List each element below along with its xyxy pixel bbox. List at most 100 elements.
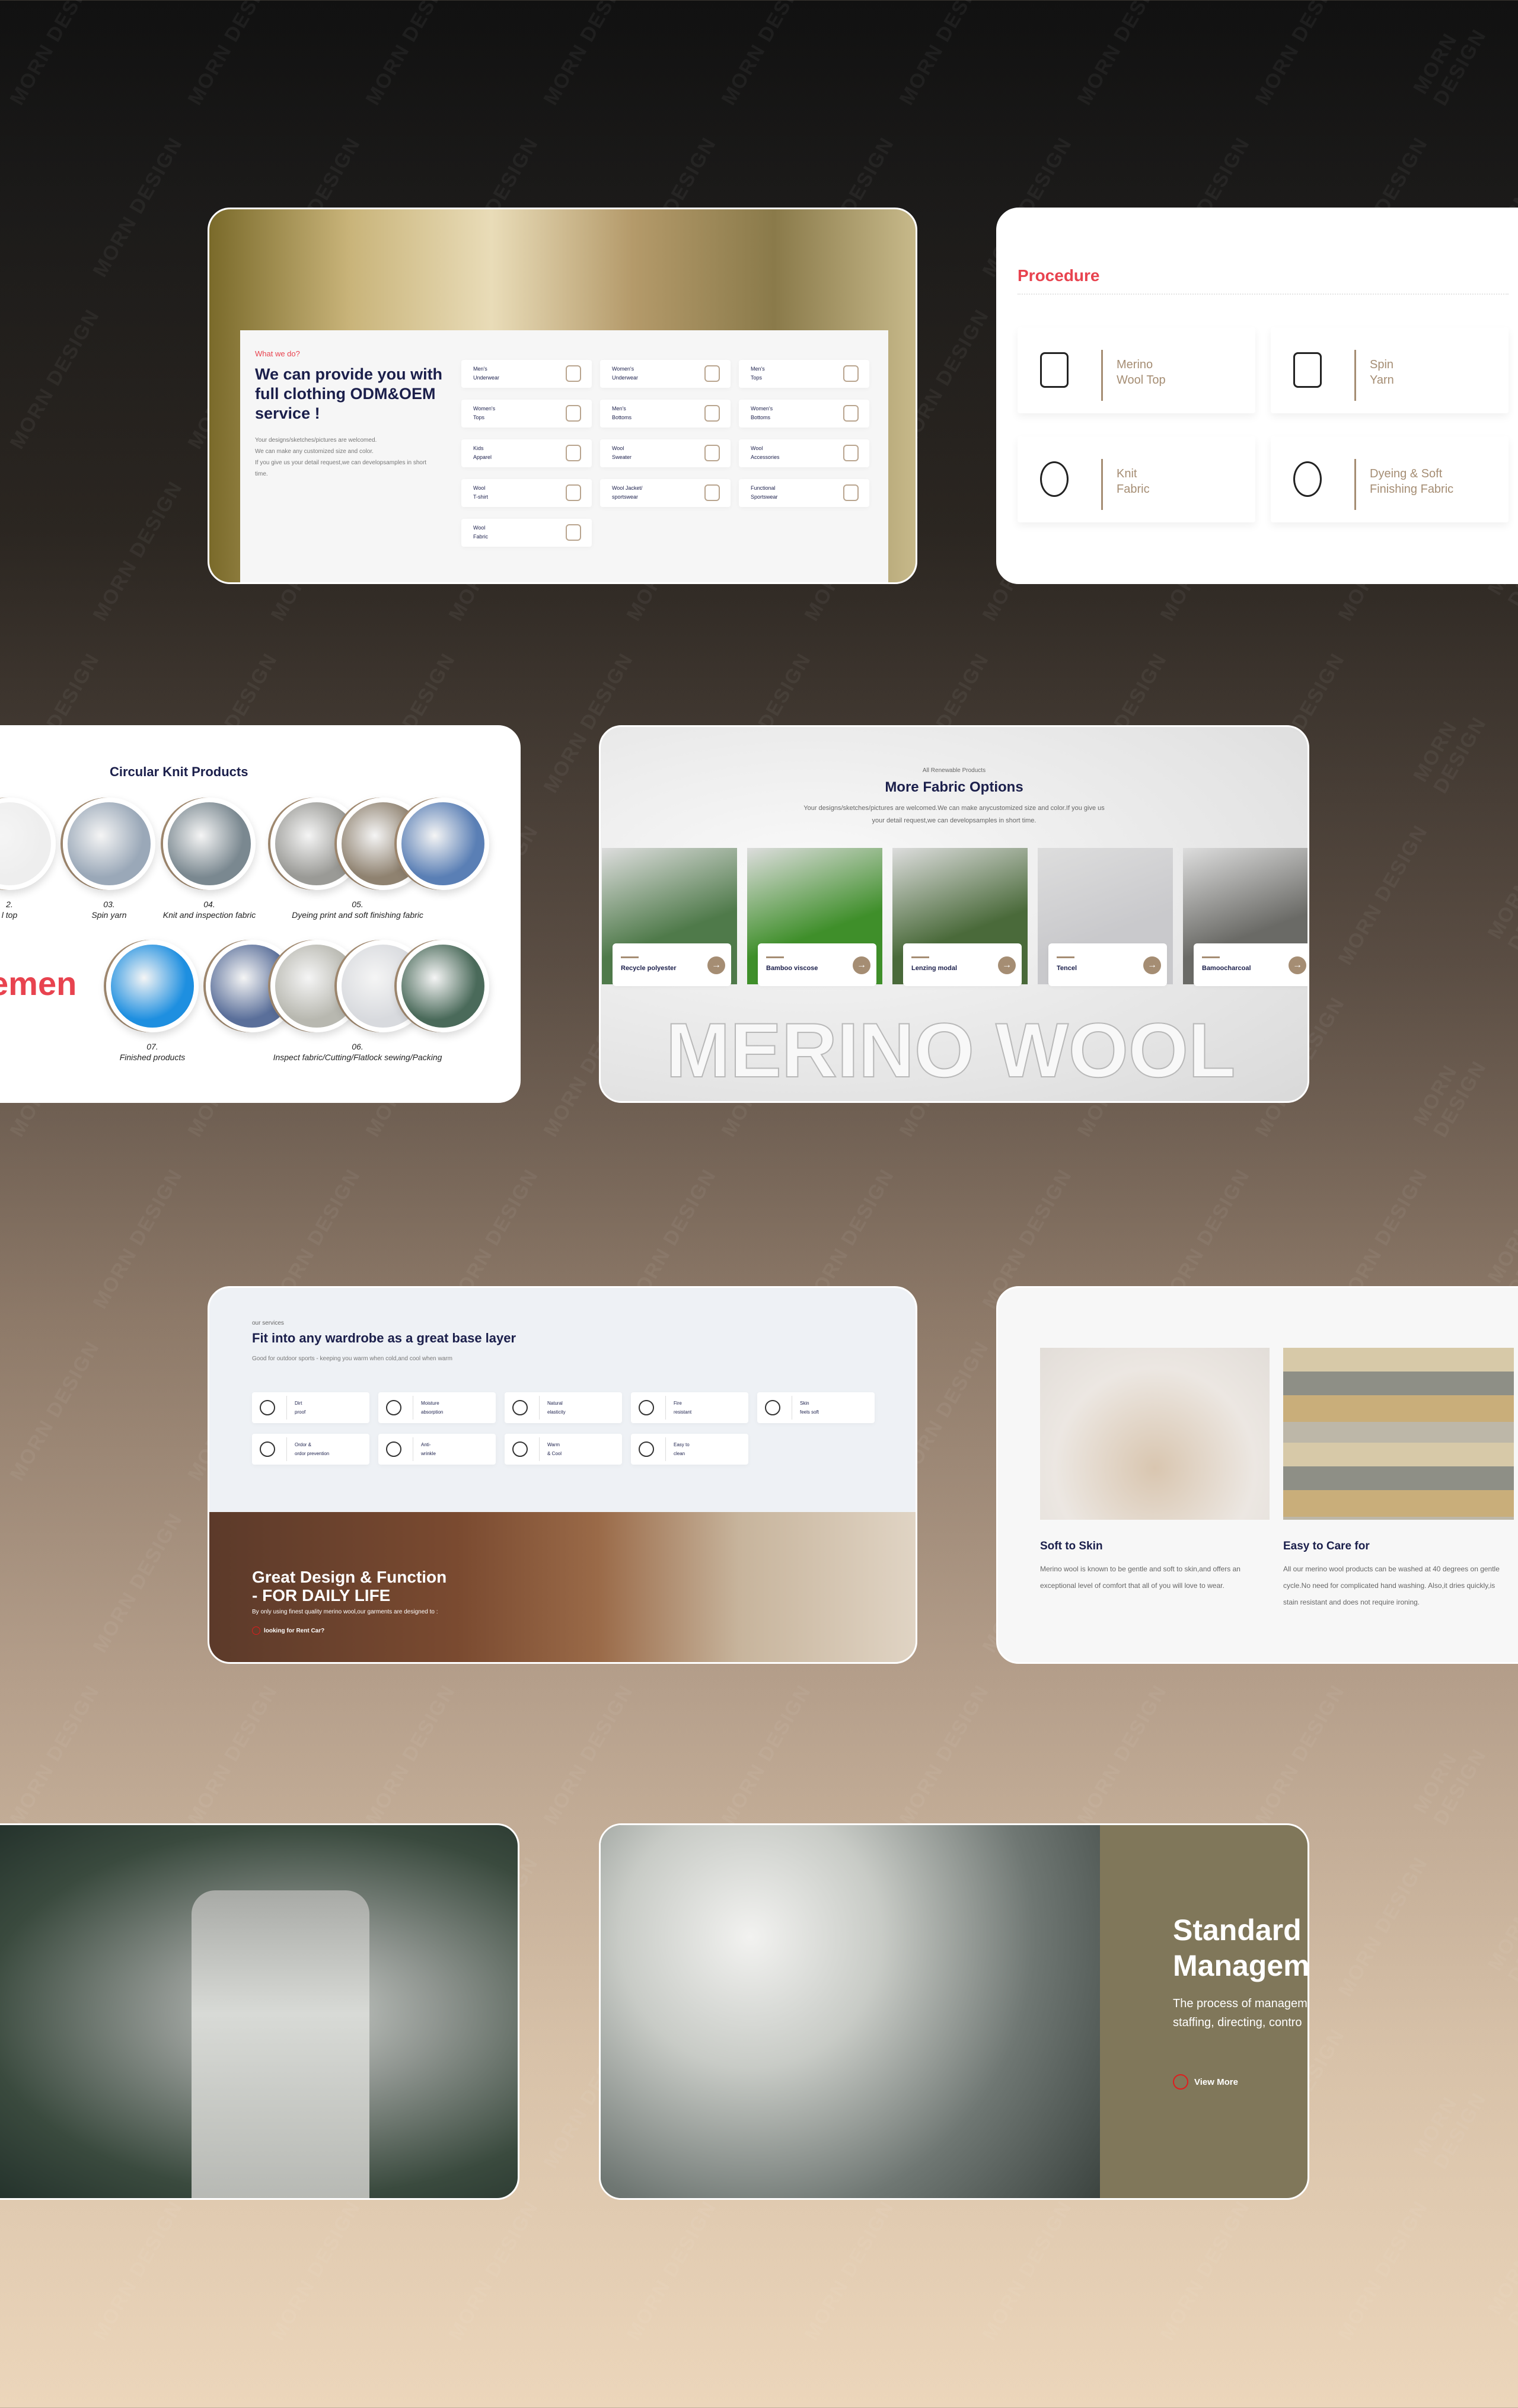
feature-label: Easy to clean bbox=[674, 1442, 690, 1456]
standard-text-1: The process of managem bbox=[1173, 1997, 1307, 2010]
feature-icon bbox=[765, 1400, 780, 1415]
banner-link-label: looking for Rent Car? bbox=[264, 1627, 325, 1634]
accent-bar bbox=[1202, 956, 1220, 958]
process-step-label: 05. Dyeing print and soft finishing fabri… bbox=[292, 900, 423, 920]
category-tile[interactable]: Women's Tops bbox=[461, 400, 592, 428]
garment-icon bbox=[704, 405, 720, 422]
feature-tile: Warm & Cool bbox=[505, 1434, 622, 1465]
fabric-label: Tencel bbox=[1057, 965, 1077, 972]
procedure-step[interactable]: Merino Wool Top bbox=[1018, 327, 1255, 413]
desc-line: Your designs/sketches/pictures are welco… bbox=[255, 437, 377, 444]
category-label: Functional Sportswear bbox=[751, 485, 778, 500]
fabric-label: Lenzing modal bbox=[911, 965, 957, 972]
watermark-text: MORN DESIGN bbox=[1409, 1057, 1491, 1141]
step-icon bbox=[1040, 352, 1069, 388]
care-text-1: Merino wool is known to be gentle and so… bbox=[1040, 1565, 1240, 1590]
feature-label: Fire resistant bbox=[674, 1401, 692, 1415]
view-more-link[interactable]: View More bbox=[1173, 2074, 1238, 2090]
watermark-text: MORN DESIGN bbox=[266, 2196, 365, 2345]
category-label: Wool Jacket/sportswear bbox=[612, 485, 643, 500]
fabric-label: Bamoocharcoal bbox=[1202, 965, 1251, 972]
procedure-step[interactable]: Spin Yarn bbox=[1271, 327, 1509, 413]
category-tile[interactable]: Wool Sweater bbox=[600, 439, 731, 467]
category-tile[interactable]: Wool Fabric bbox=[461, 519, 592, 547]
services-desc: Good for outdoor sports - keeping you wa… bbox=[252, 1356, 452, 1362]
knitting-machine-card bbox=[0, 1823, 519, 2200]
fabric-option[interactable]: Recycle polyester → bbox=[613, 943, 731, 986]
accent-bar bbox=[1057, 956, 1074, 958]
category-tile[interactable]: Wool Jacket/sportswear bbox=[600, 479, 731, 507]
fabric-option[interactable]: Bamoocharcoal → bbox=[1194, 943, 1307, 986]
garment-icon bbox=[566, 484, 581, 501]
feature-label: Ordor & ordor prevention bbox=[295, 1442, 330, 1456]
process-step-label: 07. Finished products bbox=[119, 1042, 186, 1062]
banner-link[interactable]: looking for Rent Car? bbox=[252, 1626, 324, 1635]
fabric-option[interactable]: Tencel → bbox=[1048, 943, 1167, 986]
arrow-right-icon[interactable]: → bbox=[707, 956, 725, 974]
care-text-2: All our merino wool products can be wash… bbox=[1283, 1565, 1500, 1606]
arrow-right-icon[interactable]: → bbox=[998, 956, 1016, 974]
watermark-text: MORN DESIGN bbox=[895, 0, 994, 109]
feature-icon bbox=[639, 1441, 654, 1457]
arrow-right-icon[interactable]: → bbox=[853, 956, 870, 974]
feature-icon bbox=[260, 1441, 275, 1457]
category-tile[interactable]: Men's Bottoms bbox=[600, 400, 731, 428]
fabric-option[interactable]: Bamboo viscose → bbox=[758, 943, 876, 986]
feature-label: Warm & Cool bbox=[547, 1442, 562, 1456]
feature-label: Natural elasticity bbox=[547, 1401, 566, 1415]
tile-divider bbox=[665, 1437, 666, 1461]
watermark-text: MORN DESIGN bbox=[183, 1680, 282, 1829]
category-tile[interactable]: Wool T-shirt bbox=[461, 479, 592, 507]
bg-text: MERINO WOOL bbox=[665, 1006, 1236, 1094]
procedure-step[interactable]: Dyeing & Soft Finishing Fabric bbox=[1271, 436, 1509, 522]
process-photo bbox=[397, 940, 489, 1032]
arrow-circle-icon bbox=[252, 1626, 260, 1635]
arrow-right-icon[interactable]: → bbox=[1143, 956, 1161, 974]
fabric-label: Bamboo viscose bbox=[766, 965, 818, 972]
tile-divider bbox=[665, 1396, 666, 1420]
process-photo bbox=[163, 798, 256, 890]
watermark-text: MORN DESIGN bbox=[88, 477, 187, 625]
category-tile[interactable]: Men's Underwear bbox=[461, 360, 592, 388]
tile-divider bbox=[539, 1437, 540, 1461]
category-label: Kids Apparel bbox=[473, 445, 492, 460]
fabric-label: Recycle polyester bbox=[621, 965, 677, 972]
banner-title-2: - FOR DAILY LIFE bbox=[252, 1586, 391, 1605]
category-label: Wool T-shirt bbox=[473, 485, 489, 500]
accent-bar bbox=[766, 956, 784, 958]
standard-management-card: Standard Managem The process of managem … bbox=[599, 1823, 1309, 2200]
feature-icon bbox=[260, 1400, 275, 1415]
desc-line: We can make any customized size and colo… bbox=[255, 448, 374, 455]
feature-icon bbox=[512, 1441, 528, 1457]
watermark-text: MORN DESIGN bbox=[1409, 713, 1491, 798]
watermark-text: MORN DESIGN bbox=[1409, 1744, 1491, 1829]
watermark-text: MORN DESIGN bbox=[1073, 0, 1172, 109]
watermark-text: MORN DESIGN bbox=[5, 0, 104, 109]
watermark-text: MORN DESIGN bbox=[183, 0, 282, 109]
feature-tile: Fire resistant bbox=[631, 1392, 748, 1423]
desc-line: time. bbox=[255, 471, 268, 477]
what-we-do-panel: What we do? We can provide you with full… bbox=[240, 330, 888, 582]
feature-icon bbox=[386, 1441, 401, 1457]
process-photo bbox=[106, 940, 199, 1032]
category-tile[interactable]: Men's Tops bbox=[739, 360, 869, 388]
category-label: Men's Tops bbox=[751, 366, 765, 381]
watermark-text: MORN DESIGN bbox=[1334, 1852, 1433, 2001]
care-title-2: Easy to Care for bbox=[1283, 1540, 1370, 1552]
category-tile[interactable]: Wool Accessories bbox=[739, 439, 869, 467]
desc-line: your detail request,we can developsample… bbox=[872, 817, 1037, 824]
category-tile[interactable]: Functional Sportswear bbox=[739, 479, 869, 507]
fabric-option[interactable]: Lenzing modal → bbox=[903, 943, 1022, 986]
watermark-text: MORN DESIGN bbox=[5, 1680, 104, 1829]
feature-tile: Anti-wrinkle bbox=[378, 1434, 496, 1465]
arrow-right-icon[interactable]: → bbox=[1289, 956, 1306, 974]
feature-tile: Dirt proof bbox=[252, 1392, 369, 1423]
watermark-text: MORN DESIGN bbox=[1251, 0, 1350, 109]
category-tile[interactable]: Women's Bottoms bbox=[739, 400, 869, 428]
procedure-step[interactable]: Knit Fabric bbox=[1018, 436, 1255, 522]
category-tile[interactable]: Women's Underwear bbox=[600, 360, 731, 388]
desc-line: If you give us your detail request,we ca… bbox=[255, 460, 427, 466]
category-tile[interactable]: Kids Apparel bbox=[461, 439, 592, 467]
desc-line: Your designs/sketches/pictures are welco… bbox=[803, 805, 1105, 812]
category-label: Women's Bottoms bbox=[751, 406, 773, 420]
